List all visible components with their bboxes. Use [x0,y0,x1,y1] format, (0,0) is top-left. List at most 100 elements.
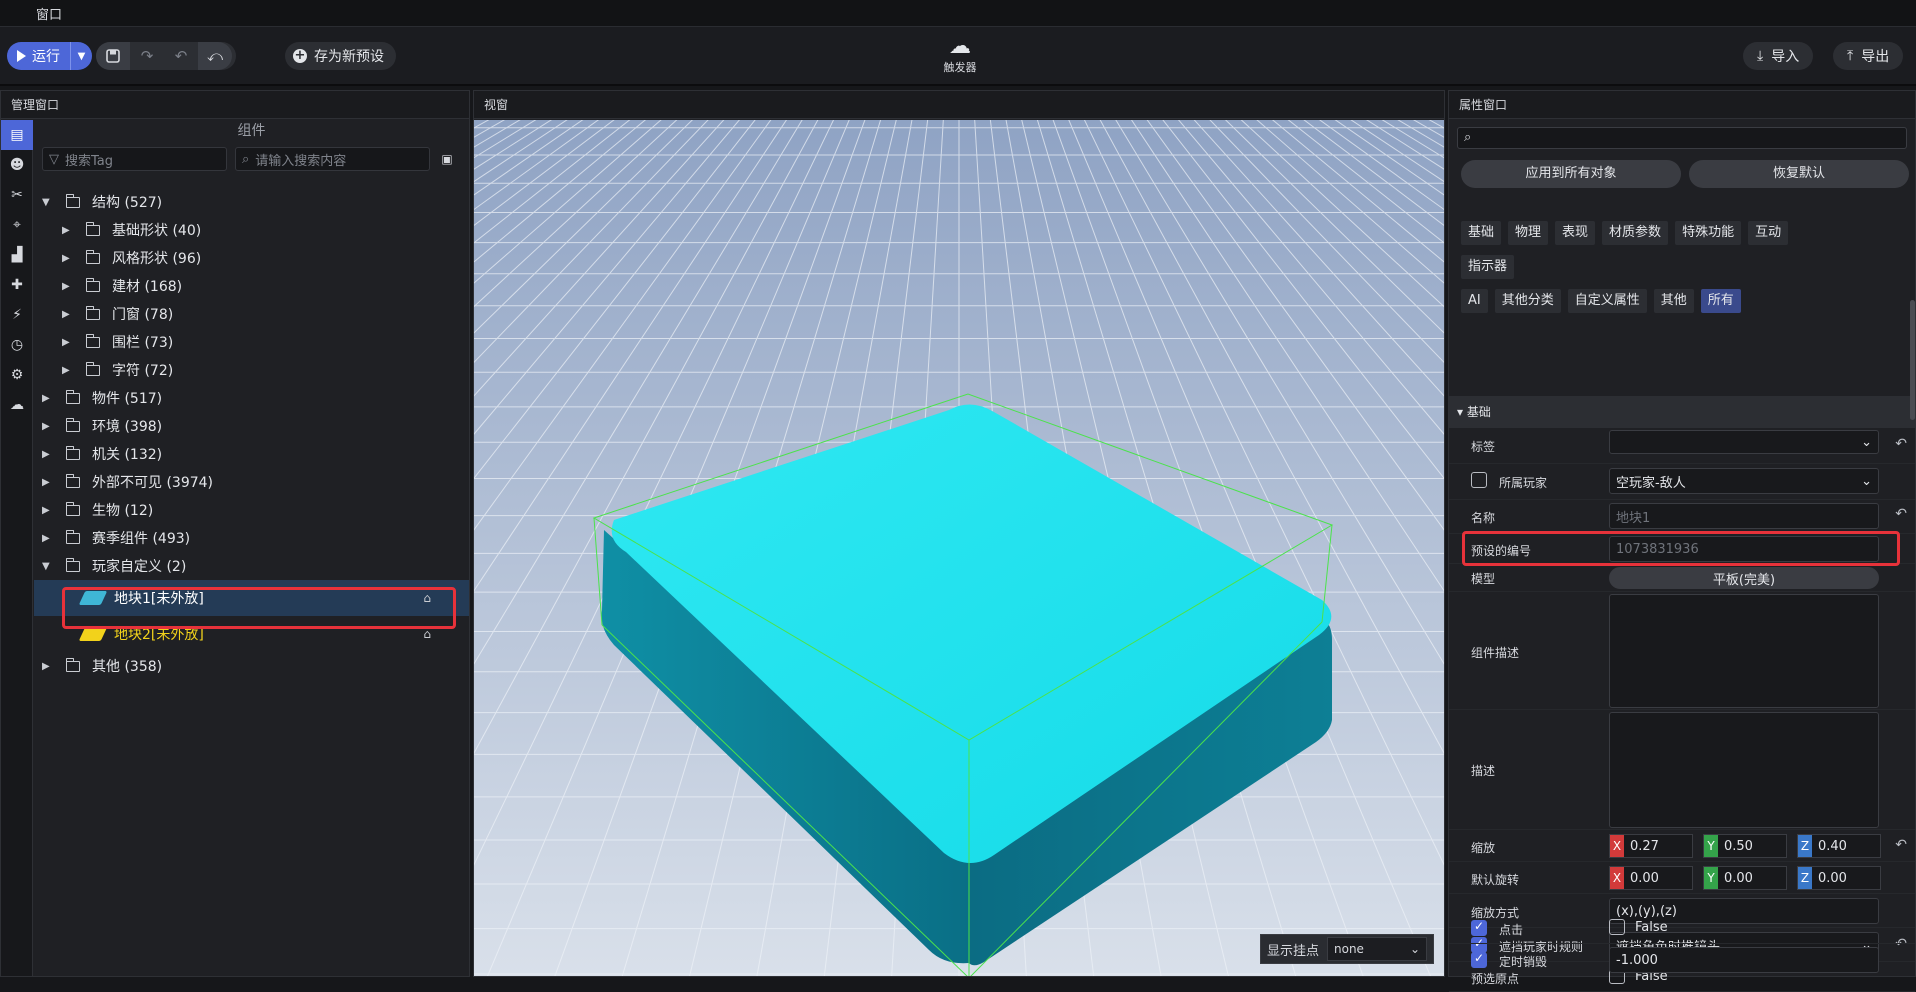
caret-right-icon[interactable]: ▶ [62,337,72,348]
caret-right-icon[interactable]: ▶ [62,365,72,376]
click-checkbox[interactable] [1609,919,1625,935]
custom-component-item[interactable]: 地块1[未外放] ⌂ [34,580,469,616]
component-desc-textarea[interactable] [1609,594,1879,708]
tree-node[interactable]: ▶ 建材 (168) [34,272,469,300]
tree-node[interactable]: ▶ 字符 (72) [34,356,469,384]
category-tab[interactable]: 自定义属性 [1567,289,1647,313]
category-tab[interactable]: AI [1461,289,1488,313]
section-basic-header[interactable]: ▾ 基础 [1449,396,1915,428]
click-value: False [1635,919,1668,935]
paint-roller-icon[interactable]: ▟ [1,240,33,270]
export-button[interactable]: ⤒ 导出 [1833,42,1904,70]
caret-right-icon[interactable]: ▶ [42,661,52,672]
category-tab[interactable]: 所有 [1700,289,1741,313]
undo-icon[interactable]: ↶ [164,42,198,70]
tree-node[interactable]: ▶ 围栏 (73) [34,328,469,356]
name-input[interactable]: 地块1 [1609,503,1879,529]
custom-component-item[interactable]: 地块2[未外放] ⌂ [34,616,469,652]
reset-default-button[interactable]: 恢复默认 [1689,160,1909,188]
lightning-icon[interactable]: ⚡ [1,300,33,330]
tools-icon[interactable]: ✂ [1,180,33,210]
tree-node[interactable]: ▼ 玩家自定义 (2) [34,552,469,580]
caret-down-icon[interactable]: ▼ [42,561,52,572]
caret-right-icon[interactable]: ▶ [42,393,52,404]
category-tab[interactable]: 基础 [1461,221,1502,245]
category-tab[interactable]: 材质参数 [1602,221,1669,245]
caret-right-icon[interactable]: ▶ [42,477,52,488]
scale-x-input[interactable]: X 0.27 [1609,834,1693,858]
tree-node[interactable]: ▶ 生物 (12) [34,496,469,524]
network-icon[interactable]: ⚙ [1,360,33,390]
redo-icon[interactable]: ↷ [130,42,164,70]
category-tab[interactable]: 物理 [1508,221,1549,245]
save-as-preset-button[interactable]: + 存为新预设 [285,42,396,70]
tree-node[interactable]: ▶ 门窗 (78) [34,300,469,328]
caret-right-icon[interactable]: ▶ [62,281,72,292]
anchor-select[interactable]: none ⌄ [1327,937,1427,961]
folder-add-icon[interactable]: ▣ [438,150,456,168]
import-button[interactable]: ⤓ 导入 [1743,42,1814,70]
tree-node[interactable]: ▶ 物件 (517) [34,384,469,412]
timed-destroy-input[interactable]: -1.000 [1609,947,1879,973]
apply-to-all-button[interactable]: 应用到所有对象 [1461,160,1681,188]
timer-icon[interactable]: ◷ [1,330,33,360]
timed-destroy-checkbox[interactable] [1471,951,1487,968]
category-tab[interactable]: 其他分类 [1494,289,1561,313]
reset-arrow-icon[interactable]: ↶ [1895,506,1907,522]
tree-node[interactable]: ▶ 其他 (358) [34,652,469,680]
trash-icon[interactable]: ⌂ [423,591,431,605]
caret-right-icon[interactable]: ▶ [42,533,52,544]
revert-icon[interactable]: ⤺ [198,42,232,70]
category-tab[interactable]: 表现 [1555,221,1596,245]
model-button[interactable]: 平板(完美) [1609,567,1879,589]
trash-icon[interactable]: ⌂ [423,627,431,641]
desc-textarea[interactable] [1609,712,1879,828]
prop-row-name: 名称 地块1 ↶ [1449,500,1915,534]
tree-node[interactable]: ▶ 机关 (132) [34,440,469,468]
caret-right-icon[interactable]: ▶ [42,449,52,460]
property-search-input[interactable]: ⌕ [1457,127,1907,149]
rotation-x-input[interactable]: X 0.00 [1609,866,1693,890]
reset-arrow-icon[interactable]: ↶ [1895,837,1907,853]
trigger-button[interactable]: ☁ 触发器 [930,35,990,75]
rotation-y-input[interactable]: Y 0.00 [1703,866,1787,890]
caret-down-icon[interactable]: ▼ [42,197,52,208]
scale-y-input[interactable]: Y 0.50 [1703,834,1787,858]
cloud-icon[interactable]: ☁ [1,390,33,420]
scale-z-input[interactable]: Z 0.40 [1797,834,1881,858]
category-tab[interactable]: 指示器 [1461,255,1515,279]
save-icon[interactable] [96,42,130,70]
menu-window[interactable]: 窗口 [36,4,62,23]
tag-select[interactable]: ⌄ [1609,430,1879,454]
keyword-search-input[interactable]: ⌕ 请输入搜索内容 [235,147,430,171]
component-icon[interactable]: ▤ [1,120,33,150]
tag-search-input[interactable]: ▽ 搜索Tag [42,147,227,171]
reset-arrow-icon[interactable]: ↶ [1895,436,1907,452]
puzzle-icon[interactable]: ✚ [1,270,33,300]
caret-right-icon[interactable]: ▶ [62,253,72,264]
caret-right-icon[interactable]: ▶ [42,421,52,432]
character-icon[interactable]: ☻ [1,150,33,180]
click-toggle[interactable]: False [1609,919,1668,935]
tree-node[interactable]: ▶ 基础形状 (40) [34,216,469,244]
caret-right-icon[interactable]: ▶ [42,505,52,516]
tree-node[interactable]: ▶ 赛季组件 (493) [34,524,469,552]
tree-node[interactable]: ▼ 结构 (527) [34,188,469,216]
category-tab[interactable]: 互动 [1748,221,1789,245]
caret-right-icon[interactable]: ▶ [62,309,72,320]
click-enable-checkbox[interactable] [1471,919,1487,936]
location-icon[interactable]: ⌖ [1,210,33,240]
tree-node[interactable]: ▶ 环境 (398) [34,412,469,440]
run-button[interactable]: 运行 [7,42,70,70]
caret-right-icon[interactable]: ▶ [62,225,72,236]
viewport-3d[interactable]: 显示挂点 none ⌄ [474,120,1444,976]
tree-node[interactable]: ▶ 外部不可见 (3974) [34,468,469,496]
properties-scrollbar[interactable] [1910,300,1915,420]
tree-node[interactable]: ▶ 风格形状 (96) [34,244,469,272]
run-options-dropdown[interactable]: ▼ [70,42,92,70]
owner-checkbox[interactable] [1471,472,1487,488]
rotation-z-input[interactable]: Z 0.00 [1797,866,1881,890]
owner-select[interactable]: 空玩家-敌人 ⌄ [1609,468,1879,494]
category-tab[interactable]: 特殊功能 [1675,221,1742,245]
category-tab[interactable]: 其他 [1653,289,1694,313]
